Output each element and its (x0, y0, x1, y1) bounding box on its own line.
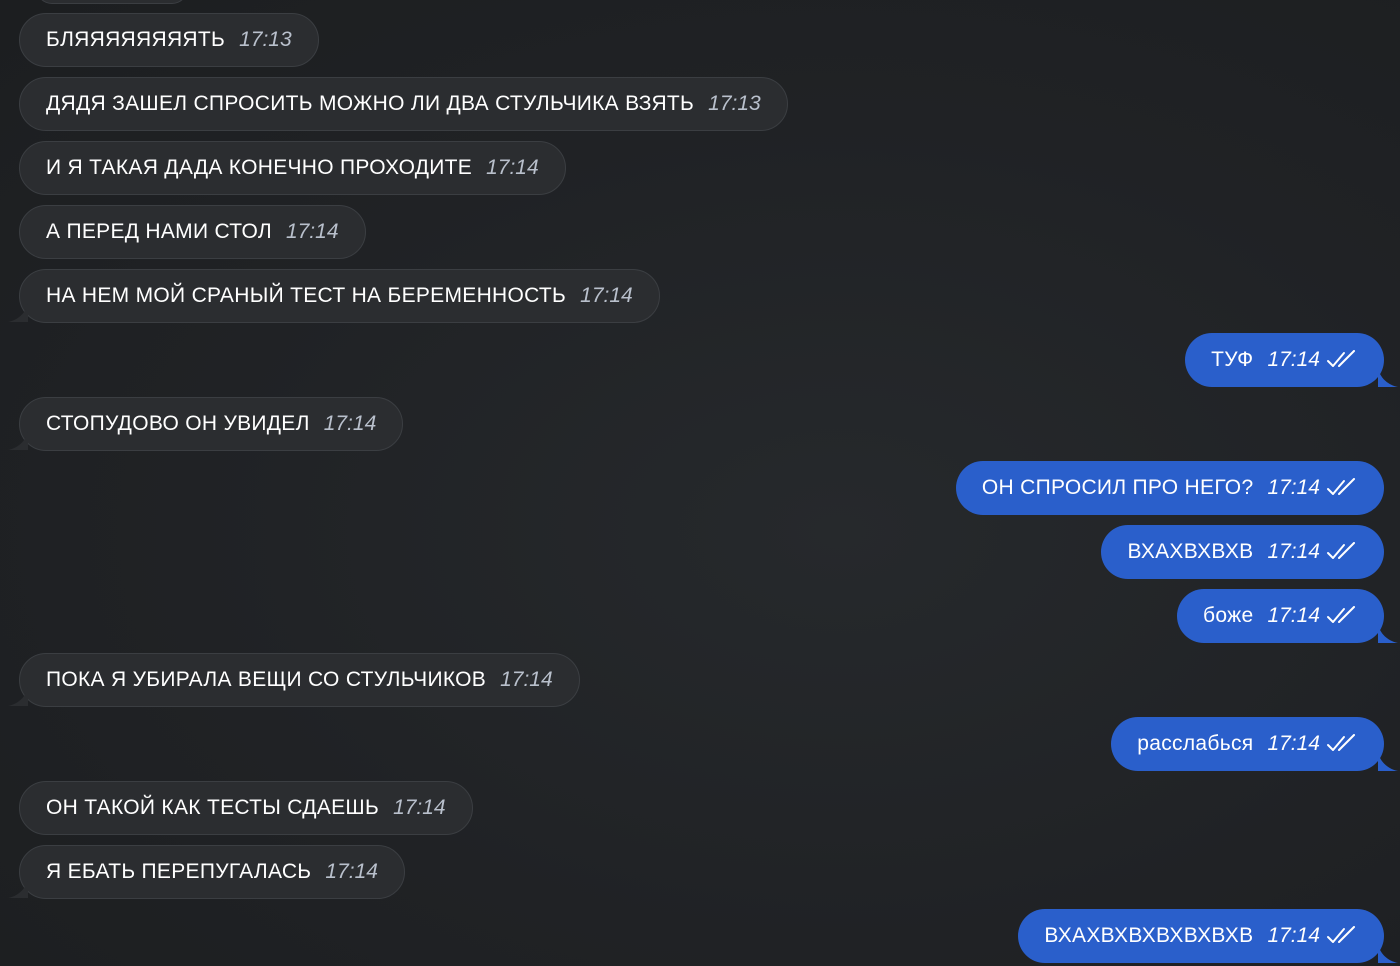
incoming-message-bubble[interactable]: ОН ТАКОЙ КАК ТЕСТЫ СДАЕШЬ 17:14 (19, 781, 473, 835)
incoming-message-bubble[interactable]: СТОПУДОВО ОН УВИДЕЛ 17:14 (8, 397, 404, 451)
message-time: 17:14 (285, 220, 339, 243)
double-check-icon (1327, 542, 1355, 559)
message-text: ТУФ (1211, 348, 1254, 371)
bubble-tail (8, 303, 28, 322)
message-time: 17:14 (325, 860, 378, 883)
message-text: БЛЯЯЯЯЯЯЯЯТЬ (46, 28, 226, 51)
message-time: 17:14 (1267, 348, 1320, 371)
double-check-icon (1327, 606, 1355, 623)
double-check-icon (1327, 734, 1355, 751)
message-time: 17:14 (580, 284, 633, 307)
message-time: 17:14 (1267, 604, 1320, 627)
message-text: СТОПУДОВО ОН УВИДЕЛ (46, 412, 310, 435)
bubble-tail (1378, 944, 1398, 963)
message-time: 17:14 (393, 796, 446, 819)
incoming-message-bubble[interactable]: И Я ТАКАЯ ДАДА КОНЕЧНО ПРОХОДИТЕ 17:14 (19, 141, 566, 195)
message-text: ПОКА Я УБИРАЛА ВЕЩИ СО СТУЛЬЧИКОВ (46, 668, 487, 691)
outgoing-message-bubble[interactable]: ОН СПРОСИЛ ПРО НЕГО? 17:14 (955, 461, 1384, 515)
chat-history[interactable]: БЛЯЯЯЯЯЯЯЯТЬ 17:13 ДЯДЯ ЗАШЕЛ СПРОСИТЬ М… (0, 0, 1400, 966)
message-text: А ПЕРЕД НАМИ СТОЛ (46, 220, 272, 243)
outgoing-message-bubble[interactable]: ВХАХВХВХВ 17:14 (1101, 525, 1384, 579)
bubble-tail (8, 879, 28, 898)
double-check-icon (1327, 926, 1355, 943)
message-text: боже (1203, 604, 1254, 627)
message-time: 17:14 (1267, 476, 1320, 499)
bubble-tail (1378, 752, 1398, 771)
incoming-message-bubble[interactable]: ДЯДЯ ЗАШЕЛ СПРОСИТЬ МОЖНО ЛИ ДВА СТУЛЬЧИ… (19, 77, 788, 131)
message-text: ВХАХВХВХВ (1127, 540, 1254, 563)
outgoing-message-bubble[interactable]: расслабься 17:14 (1111, 717, 1398, 771)
message-text: ВХАХВХВХВХВХВХВ (1044, 924, 1254, 947)
incoming-message-bubble[interactable]: НА НЕМ МОЙ СРАНЫЙ ТЕСТ НА БЕРЕМЕННОСТЬ 1… (8, 269, 660, 323)
incoming-message-bubble[interactable]: Я ЕБАТЬ ПЕРЕПУГАЛАСЬ 17:14 (8, 845, 405, 899)
bubble-tail (8, 431, 28, 450)
double-check-icon (1327, 350, 1355, 367)
message-time: 17:14 (323, 412, 377, 435)
incoming-message-bubble[interactable]: БЛЯЯЯЯЯЯЯЯТЬ 17:13 (19, 13, 319, 67)
message-text: И Я ТАКАЯ ДАДА КОНЕЧНО ПРОХОДИТЕ (46, 156, 473, 179)
message-time: 17:14 (500, 668, 553, 691)
message-text: Я ЕБАТЬ ПЕРЕПУГАЛАСЬ (46, 860, 312, 883)
message-time: 17:14 (1267, 732, 1320, 755)
outgoing-message-bubble[interactable]: ТУФ 17:14 (1185, 333, 1398, 387)
message-time: 17:14 (486, 156, 539, 179)
message-time: 17:14 (1267, 540, 1320, 563)
message-time: 17:13 (708, 92, 761, 115)
bubble-tail (8, 687, 28, 706)
incoming-message-bubble[interactable]: ПОКА Я УБИРАЛА ВЕЩИ СО СТУЛЬЧИКОВ 17:14 (8, 653, 580, 707)
message-text: ДЯДЯ ЗАШЕЛ СПРОСИТЬ МОЖНО ЛИ ДВА СТУЛЬЧИ… (46, 92, 695, 115)
message-text: ОН ТАКОЙ КАК ТЕСТЫ СДАЕШЬ (46, 796, 380, 819)
message-text: НА НЕМ МОЙ СРАНЫЙ ТЕСТ НА БЕРЕМЕННОСТЬ (46, 284, 567, 307)
message-time: 17:13 (239, 28, 292, 51)
outgoing-message-bubble[interactable]: боже 17:14 (1177, 589, 1398, 643)
bubble-tail (1378, 624, 1398, 643)
outgoing-message-bubble[interactable]: ВХАХВХВХВХВХВХВ 17:14 (1018, 909, 1398, 963)
bubble-tail (1378, 368, 1398, 387)
message-time: 17:14 (1267, 924, 1320, 947)
message-text: ОН СПРОСИЛ ПРО НЕГО? (981, 476, 1254, 499)
previous-message-bubble-partial (36, 0, 188, 4)
incoming-message-bubble[interactable]: А ПЕРЕД НАМИ СТОЛ 17:14 (19, 205, 366, 259)
double-check-icon (1327, 478, 1355, 495)
message-text: расслабься (1137, 732, 1254, 755)
